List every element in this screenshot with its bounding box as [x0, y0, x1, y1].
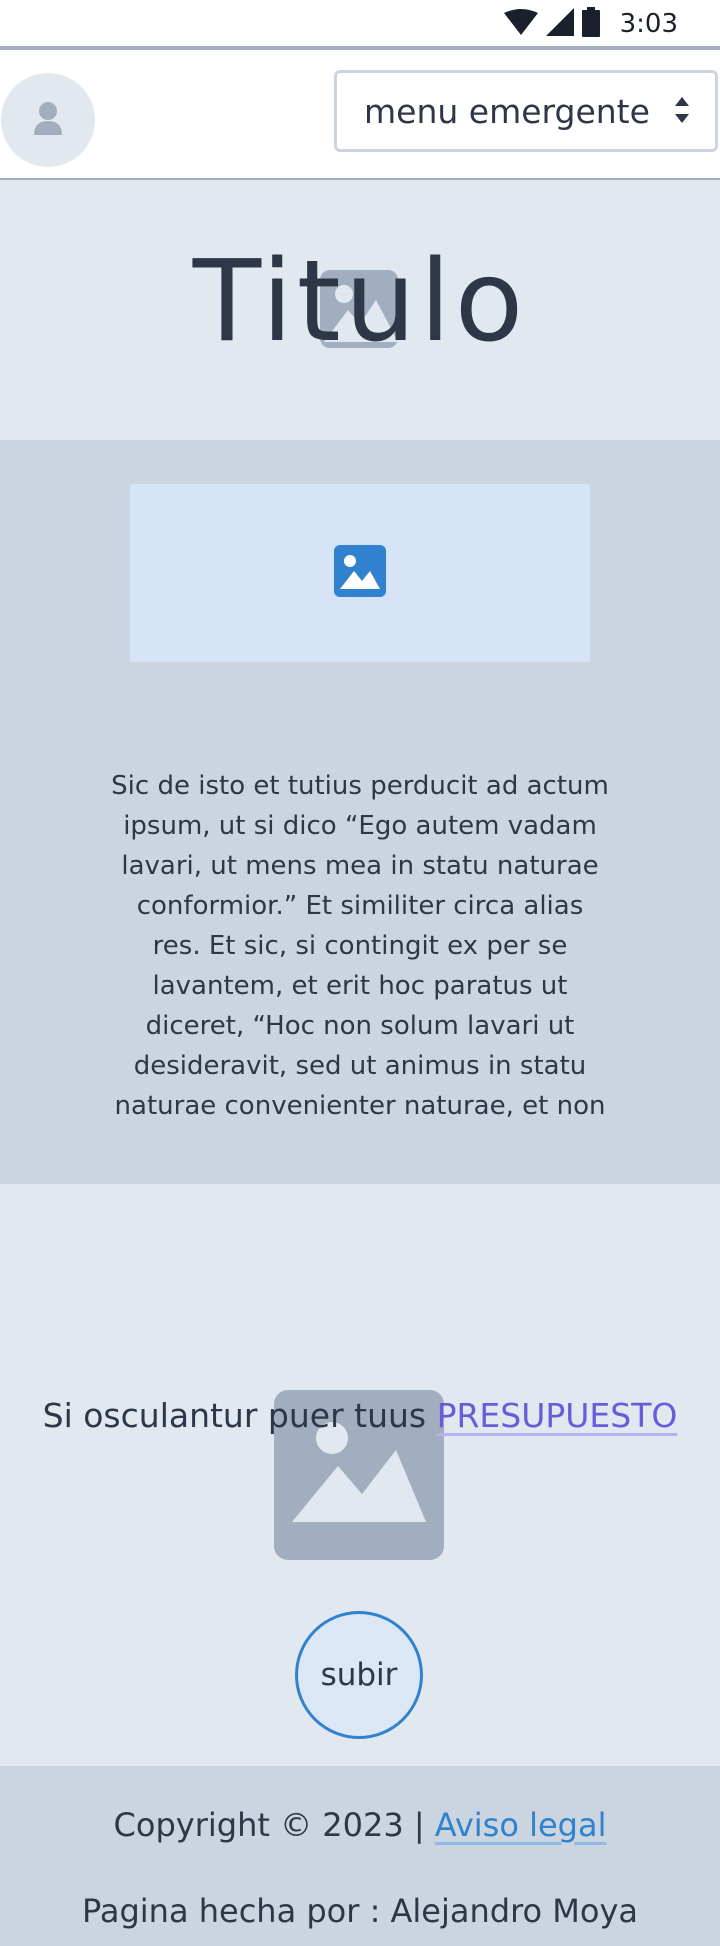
menu-dropdown-label: menu emergente	[364, 91, 650, 131]
cta-text: Si osculantur puer tuus	[42, 1396, 437, 1435]
content-paragraph: Sic de isto et tutius perducit ad actum …	[111, 771, 609, 1121]
status-bar: 3:03	[0, 0, 720, 50]
status-time: 3:03	[619, 9, 678, 39]
subir-button[interactable]: subir	[295, 1611, 423, 1739]
presupuesto-link[interactable]: PRESUPUESTO	[437, 1396, 678, 1435]
wifi-icon	[503, 9, 538, 39]
footer: Copyright © 2023 | Aviso legal Pagina he…	[0, 1766, 720, 1946]
avatar[interactable]	[1, 73, 95, 167]
menu-dropdown[interactable]: menu emergente	[334, 70, 718, 152]
user-icon	[32, 101, 64, 139]
hero-section: Titulo	[0, 180, 720, 440]
updown-arrows-icon	[675, 97, 689, 127]
signal-icon	[545, 8, 574, 40]
cta-section: Si osculantur puer tuus PRESUPUESTO subi…	[0, 1184, 720, 1766]
aviso-legal-link[interactable]: Aviso legal	[435, 1806, 607, 1844]
battery-icon	[581, 7, 600, 41]
image-icon	[334, 545, 386, 601]
page-title: Titulo	[192, 237, 528, 367]
content-section: Sic de isto et tutius perducit ad actum …	[0, 440, 720, 1184]
status-icons: 3:03	[503, 7, 678, 41]
header: menu emergente	[0, 50, 720, 180]
footer-credit: Pagina hecha por : Alejandro Moya	[81, 1892, 639, 1930]
cta-text-line: Si osculantur puer tuus PRESUPUESTO	[0, 1396, 720, 1435]
footer-copyright-line: Copyright © 2023 | Aviso legal	[0, 1806, 720, 1844]
copyright-text: Copyright © 2023 |	[113, 1806, 435, 1844]
content-image	[130, 484, 590, 662]
